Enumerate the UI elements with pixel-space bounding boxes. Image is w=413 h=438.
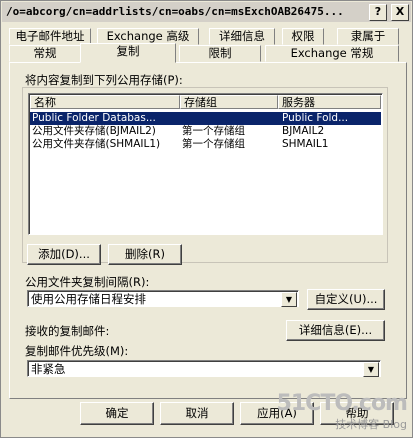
cancel-button[interactable]: 取消 — [160, 402, 234, 425]
tab-general[interactable]: 常规 — [9, 45, 81, 62]
priority-value: 非紧急 — [31, 362, 66, 376]
list-item-group: 第一个存储组 — [182, 125, 245, 137]
interval-label: 公用文件夹复制间隔(R): — [25, 275, 150, 289]
store-list-label: 将内容复制到下列公用存储(P): — [25, 73, 183, 87]
replication-interval-select[interactable]: 使用公用存储日程安排 ▼ — [27, 290, 299, 307]
column-header-name[interactable]: 名称 — [30, 95, 180, 109]
watermark-blog: 技术博客 Blog — [335, 418, 407, 431]
list-item[interactable]: 公用文件夹存储(BJMAIL2) 第一个存储组 BJMAIL2 — [30, 125, 381, 138]
column-header-server[interactable]: 服务器 — [278, 95, 381, 109]
priority-label: 复制邮件优先级(M): — [25, 344, 129, 358]
list-item-server: BJMAIL2 — [282, 125, 325, 137]
window-title: /o=abcorg/cn=addrlists/cn=oabs/cn=msExch… — [6, 5, 344, 18]
column-header-storage-group[interactable]: 存储组 — [180, 95, 278, 109]
properties-dialog: /o=abcorg/cn=addrlists/cn=oabs/cn=msExch… — [0, 0, 413, 438]
tab-permissions[interactable]: 权限 — [282, 28, 324, 45]
remove-button[interactable]: 删除(R) — [108, 244, 182, 265]
public-store-list[interactable]: 名称 存储组 服务器 Public Folder Databas... Publ… — [28, 93, 383, 235]
ok-button[interactable]: 确定 — [80, 402, 154, 425]
help-title-button[interactable]: ? — [369, 4, 387, 21]
list-item-name: 公用文件夹存储(BJMAIL2) — [32, 125, 156, 137]
received-messages-label: 接收的复制邮件: — [25, 324, 110, 338]
list-item-server: Public Fold... — [282, 112, 349, 124]
list-item[interactable]: Public Folder Databas... Public Fold... — [30, 112, 381, 125]
tab-exchange-general[interactable]: Exchange 常规 — [265, 45, 399, 62]
list-item-group: 第一个存储组 — [182, 138, 245, 150]
list-item[interactable]: 公用文件夹存储(SHMAIL1) 第一个存储组 SHMAIL1 — [30, 138, 381, 151]
watermark-site: 51CTO.com — [276, 391, 408, 416]
tab-limits[interactable]: 限制 — [179, 45, 261, 62]
watermark: 51CTO.com 技术博客 Blog — [276, 391, 408, 432]
list-item-name: Public Folder Databas... — [32, 112, 156, 124]
tab-details[interactable]: 详细信息 — [209, 28, 275, 45]
replication-interval-value: 使用公用存储日程安排 — [31, 292, 146, 306]
list-item-server: SHMAIL1 — [282, 138, 329, 150]
chevron-down-icon[interactable]: ▼ — [281, 292, 297, 307]
add-button[interactable]: 添加(D)... — [27, 244, 101, 265]
tab-replication[interactable]: 复制 — [80, 43, 176, 63]
title-bar: /o=abcorg/cn=addrlists/cn=oabs/cn=msExch… — [2, 2, 411, 22]
close-button[interactable]: X — [391, 4, 409, 21]
customize-button[interactable]: 自定义(U)... — [307, 289, 385, 310]
details-button[interactable]: 详细信息(E)... — [286, 320, 385, 341]
tab-email-addresses[interactable]: 电子邮件地址 — [9, 28, 91, 45]
priority-select[interactable]: 非紧急 ▼ — [27, 360, 381, 377]
chevron-down-icon[interactable]: ▼ — [363, 362, 379, 377]
tab-member-of[interactable]: 隶属于 — [337, 28, 399, 45]
list-item-name: 公用文件夹存储(SHMAIL1) — [32, 138, 161, 150]
